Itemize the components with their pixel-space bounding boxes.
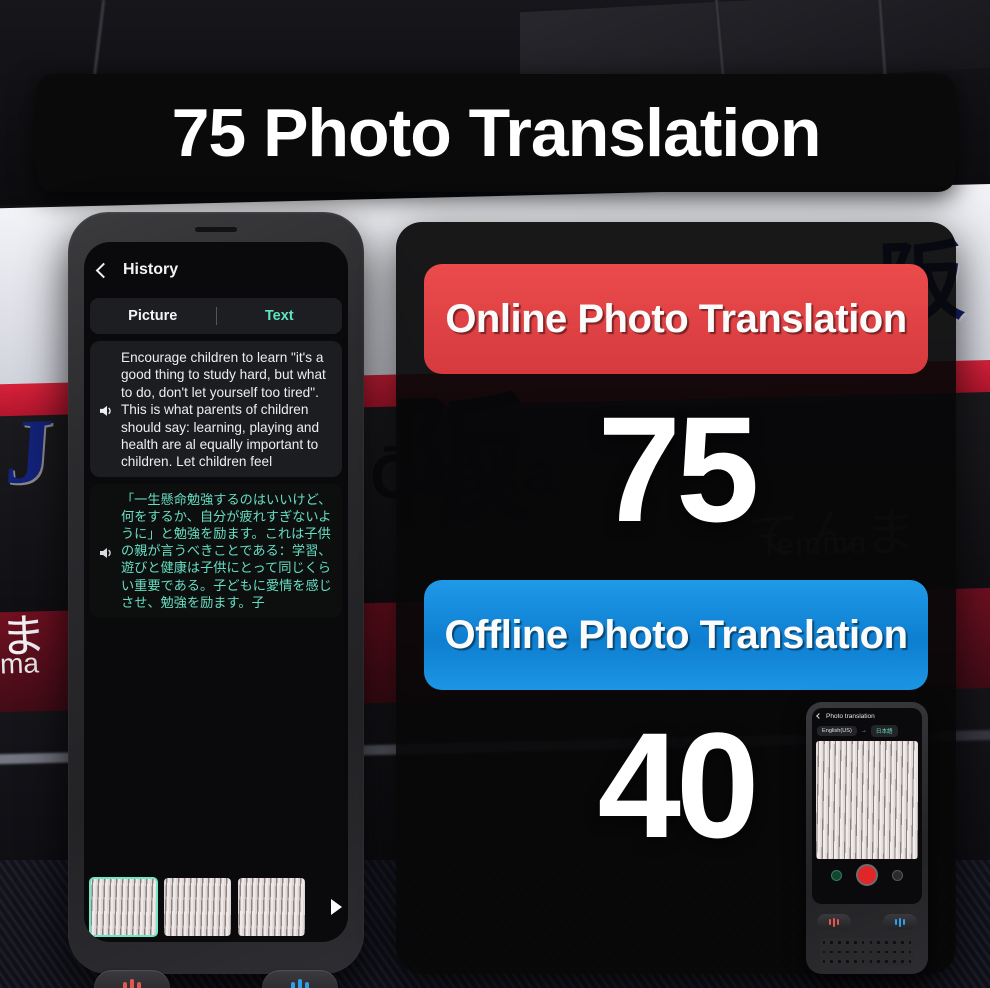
badge-offline-photo-translation: Offline Photo Translation bbox=[424, 580, 928, 690]
device-hardware-buttons bbox=[68, 970, 364, 988]
mini-translator-device: Photo translation English(US) → 日本語 bbox=[806, 702, 928, 974]
target-language-selector[interactable]: 日本語 bbox=[870, 725, 898, 737]
tab-picture[interactable]: Picture bbox=[90, 308, 216, 324]
mini-speaker-grille bbox=[820, 938, 914, 966]
screen-header: History bbox=[84, 242, 348, 298]
badge-online-photo-translation: Online Photo Translation bbox=[424, 264, 928, 374]
mini-screen-title: Photo translation bbox=[826, 712, 875, 720]
flash-icon[interactable] bbox=[892, 869, 903, 881]
translator-device: History Picture Text Encourage children … bbox=[68, 212, 364, 988]
mini-screen-header: Photo translation bbox=[812, 708, 922, 724]
station-romaji-left: ma bbox=[0, 647, 40, 680]
gallery-icon[interactable] bbox=[831, 869, 842, 881]
translation-text-target: 「一生懸命勉強するのはいいけど、何をするか、自分が疲れすぎないように」と勉強を励… bbox=[121, 492, 332, 611]
speaker-icon[interactable] bbox=[98, 351, 114, 471]
translation-text-source: Encourage children to learn "it's a good… bbox=[121, 350, 326, 470]
translation-card-target[interactable]: 「一生懸命勉強するのはいいけど、何をするか、自分が疲れすぎないように」と勉強を励… bbox=[90, 483, 342, 618]
record-source-button[interactable] bbox=[817, 914, 851, 930]
mini-device-hardware-buttons bbox=[806, 914, 928, 930]
earpiece-speaker bbox=[195, 227, 237, 232]
thumbnail-strip bbox=[89, 876, 342, 938]
tab-text[interactable]: Text bbox=[217, 308, 343, 324]
device-screen: History Picture Text Encourage children … bbox=[84, 242, 348, 942]
badge-offline-label: Offline Photo Translation bbox=[444, 612, 908, 657]
chevron-left-icon[interactable] bbox=[816, 713, 822, 719]
record-target-button[interactable] bbox=[883, 914, 917, 930]
source-language-selector[interactable]: English(US) bbox=[817, 726, 857, 736]
shutter-button[interactable] bbox=[856, 864, 878, 886]
record-target-button[interactable] bbox=[262, 970, 338, 988]
thumbnail-item[interactable] bbox=[164, 878, 231, 936]
mini-device-screen: Photo translation English(US) → 日本語 bbox=[812, 708, 922, 904]
translation-card-source[interactable]: Encourage children to learn "it's a good… bbox=[90, 341, 342, 477]
camera-controls bbox=[812, 864, 922, 886]
camera-preview-document bbox=[816, 741, 918, 859]
jr-logo: J bbox=[2, 399, 56, 503]
page-title: 75 Photo Translation bbox=[171, 95, 822, 171]
count-online: 75 bbox=[597, 385, 760, 553]
history-tabs: Picture Text bbox=[90, 298, 342, 334]
record-source-button[interactable] bbox=[94, 970, 170, 988]
thumbnail-item[interactable] bbox=[89, 877, 158, 937]
badge-online-label: Online Photo Translation bbox=[445, 296, 907, 341]
thumbnail-item[interactable] bbox=[238, 878, 305, 936]
poster-root: J 阪 Ōsaka 阪 てんま Temma ま ma 75 Photo Tran… bbox=[0, 0, 990, 988]
screen-title: History bbox=[123, 261, 179, 278]
title-banner: 75 Photo Translation bbox=[36, 74, 956, 192]
speaker-icon[interactable] bbox=[98, 494, 114, 612]
arrow-right-icon: → bbox=[860, 728, 867, 734]
mini-language-bar: English(US) → 日本語 bbox=[817, 724, 917, 738]
chevron-left-icon[interactable] bbox=[95, 262, 112, 278]
play-arrow-icon[interactable] bbox=[331, 899, 342, 915]
